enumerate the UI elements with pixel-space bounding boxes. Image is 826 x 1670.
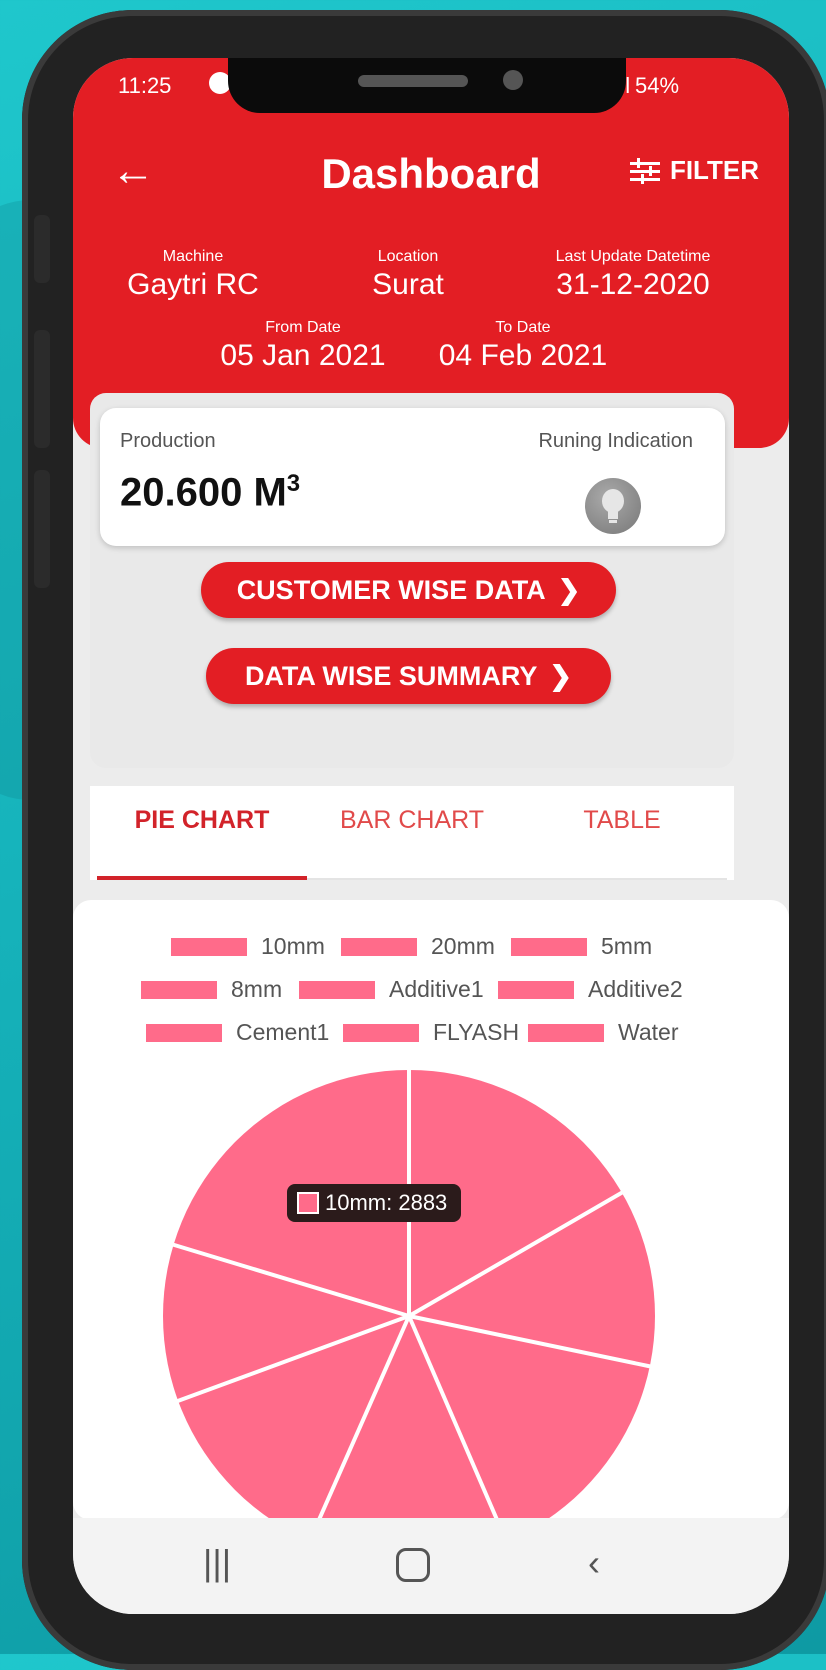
legend-swatch: [299, 980, 375, 999]
legend-swatch: [528, 1023, 604, 1042]
to-date-value: 04 Feb 2021: [438, 339, 608, 372]
app-screen: 11:25 .ıl 54% ← Dashboard FILTER Machine…: [73, 58, 789, 1614]
location-label: Location: [377, 248, 439, 265]
production-unit-sup: 3: [286, 470, 301, 497]
machine-label: Machine: [162, 248, 224, 265]
header-bar: 11:25 .ıl 54% ← Dashboard FILTER Machine…: [73, 58, 789, 448]
legend-swatch: [171, 937, 247, 956]
sliders-icon: [629, 157, 660, 184]
legend-label: Additive1: [389, 976, 484, 1002]
legend-item: Additive2: [498, 976, 683, 1003]
last-update-label: Last Update Datetime: [555, 248, 711, 265]
legend-item: 10mm: [171, 933, 325, 960]
chevron-right-icon: ❯: [557, 574, 581, 605]
legend-label: Additive2: [588, 976, 683, 1002]
legend-item: 5mm: [511, 933, 652, 960]
legend-label: Cement1: [236, 1019, 330, 1045]
speaker: [358, 75, 468, 87]
legend-item: Cement1: [146, 1019, 329, 1046]
legend-label: 10mm: [261, 933, 325, 959]
production-value: 20.600 M3: [120, 470, 300, 515]
last-update-value: 31-12-2020: [556, 268, 710, 301]
legend-swatch: [511, 937, 587, 956]
production-label: Production: [120, 430, 216, 452]
tab-pie-chart[interactable]: PIE CHART: [97, 806, 307, 835]
tab-bar-chart[interactable]: BAR CHART: [307, 806, 517, 835]
legend-label: FLYASH: [433, 1019, 520, 1045]
pie-tooltip: 10mm: 2883: [287, 1184, 462, 1222]
legend-label: 20mm: [431, 933, 495, 959]
side-button: [34, 330, 50, 448]
to-date-label: To Date: [495, 319, 551, 336]
side-button: [34, 470, 50, 588]
pie-chart-panel: 10mm 20mm 5mm 8mm Additive1 Additive2 Ce…: [73, 900, 789, 1522]
bulb-glyph: [602, 489, 624, 523]
legend-swatch: [146, 1023, 222, 1042]
legend-item: 20mm: [341, 933, 495, 960]
filter-button[interactable]: FILTER: [628, 155, 759, 186]
bulb-icon: [585, 478, 641, 534]
home-icon[interactable]: [396, 1548, 430, 1582]
legend-swatch: [341, 937, 417, 956]
chevron-right-icon: ❯: [549, 660, 573, 691]
production-number: 20.600 M: [120, 470, 287, 515]
filter-label: FILTER: [669, 155, 759, 185]
status-time: 11:25: [118, 73, 172, 98]
legend-item: Water: [528, 1019, 679, 1046]
tab-table[interactable]: TABLE: [517, 806, 727, 835]
tooltip-text: 10mm: 2883: [325, 1190, 448, 1215]
data-wise-summary-button[interactable]: DATA WISE SUMMARY ❯: [206, 648, 611, 704]
machine-value: Gaytri RC: [127, 268, 259, 301]
location-value: Surat: [372, 268, 444, 301]
legend-label: Water: [618, 1019, 679, 1045]
legend-item: Additive1: [299, 976, 484, 1003]
tooltip-swatch: [297, 1192, 319, 1214]
data-wise-summary-label: DATA WISE SUMMARY: [244, 660, 538, 691]
recent-apps-icon[interactable]: |||: [203, 1542, 231, 1584]
legend-label: 5mm: [601, 933, 653, 959]
production-card: Production 20.600 M3 Runing Indication: [100, 408, 725, 546]
customer-wise-data-button[interactable]: CUSTOMER WISE DATA ❯: [201, 562, 616, 618]
customer-wise-data-label: CUSTOMER WISE DATA: [236, 574, 546, 605]
pie-chart[interactable]: [153, 1062, 693, 1522]
nav-back-icon[interactable]: ‹: [588, 1542, 600, 1584]
side-button: [34, 215, 50, 283]
legend-label: 8mm: [231, 976, 283, 1002]
tab-active-indicator: [97, 876, 307, 880]
notch: [228, 58, 626, 113]
battery-text: 54%: [635, 73, 680, 98]
legend-item: 8mm: [141, 976, 282, 1003]
chart-tabs: PIE CHART BAR CHART TABLE: [90, 786, 734, 880]
legend-swatch: [498, 980, 574, 999]
legend-swatch: [141, 980, 217, 999]
android-nav-bar: ||| ‹: [73, 1518, 789, 1614]
running-indication-label: Runing Indication: [538, 430, 693, 452]
camera-dot: [503, 70, 523, 90]
from-date-label: From Date: [265, 319, 341, 336]
from-date-value: 05 Jan 2021: [220, 339, 386, 372]
legend-item: FLYASH: [343, 1019, 519, 1046]
legend-swatch: [343, 1023, 419, 1042]
